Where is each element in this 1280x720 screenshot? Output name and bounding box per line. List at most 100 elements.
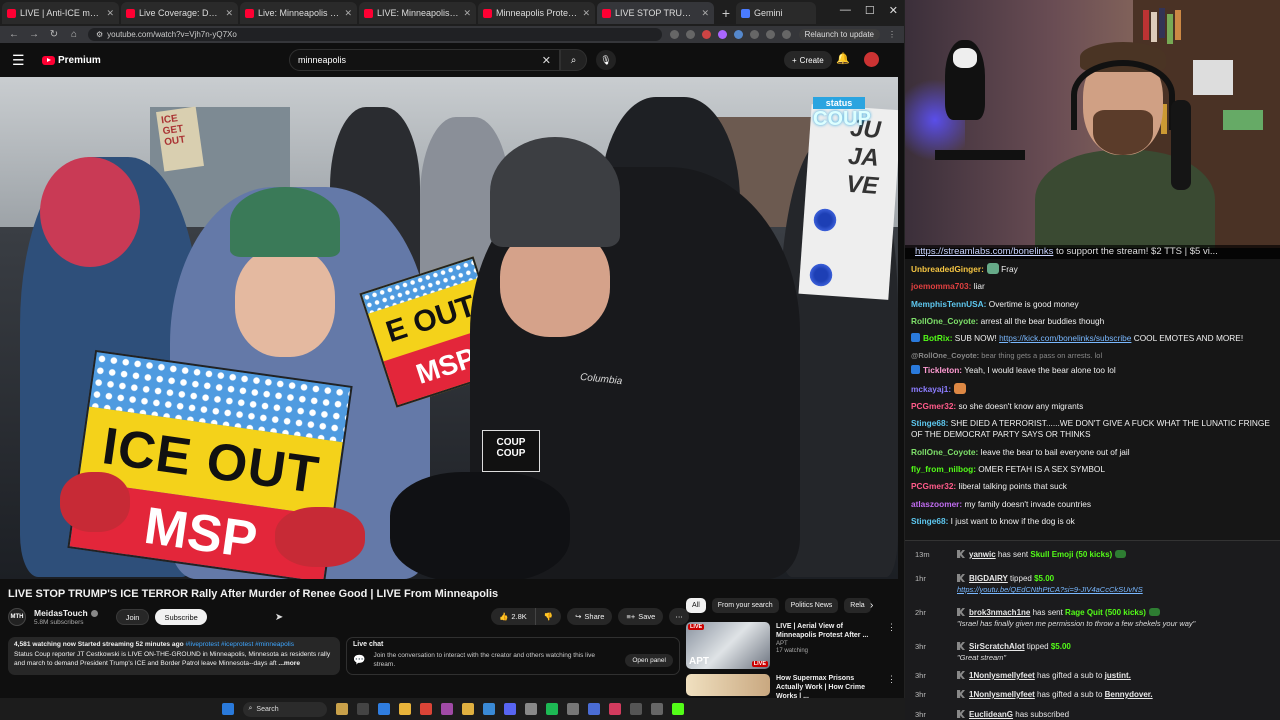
obs-icon[interactable] bbox=[440, 703, 453, 715]
avatar[interactable] bbox=[864, 52, 879, 67]
file-explorer-icon[interactable] bbox=[461, 703, 474, 715]
browser-tab[interactable]: Live: Minneapolis ICE shooting... ✕ bbox=[240, 2, 357, 24]
bookmark-star-icon[interactable] bbox=[685, 30, 695, 39]
more-link[interactable]: ...more bbox=[278, 660, 300, 667]
close-icon[interactable]: ✕ bbox=[106, 8, 114, 19]
event-link-message[interactable]: https://youtu.be/QEdCNthPtCA?si=9-JIV4aC… bbox=[957, 585, 1280, 594]
youtube-logo[interactable]: Premium bbox=[42, 55, 101, 66]
browser-tab[interactable]: LIVE: Minneapolis shooting ICE... ✕ bbox=[359, 2, 476, 24]
discord-icon[interactable] bbox=[503, 703, 516, 715]
event-user[interactable]: 1Nonlysmellyfeet bbox=[969, 671, 1035, 680]
app-icon[interactable] bbox=[566, 703, 579, 715]
chat-link[interactable]: https://kick.com/bonelinks/subscribe bbox=[999, 333, 1131, 343]
description-tags[interactable]: #liveprotest #iceprotest #minneapolis bbox=[186, 641, 295, 648]
app-icon[interactable] bbox=[629, 703, 642, 715]
like-button[interactable]: 👍 2.8K bbox=[491, 608, 536, 625]
reload-icon[interactable]: ↻ bbox=[48, 29, 60, 40]
search-input[interactable]: minneapolis ✕ bbox=[289, 49, 560, 71]
chat-username[interactable]: joemomma703: bbox=[911, 281, 971, 291]
notifications-bell-icon[interactable]: 🔔 bbox=[836, 52, 850, 65]
home-icon[interactable]: ⌂ bbox=[68, 29, 80, 40]
event-user[interactable]: yanwic bbox=[969, 550, 996, 559]
browser-tab[interactable]: LIVE | Anti-ICE march set to take...✕ bbox=[2, 2, 119, 24]
app-icon[interactable] bbox=[650, 703, 663, 715]
event-user[interactable]: 1Nonlysmellyfeet bbox=[969, 690, 1035, 699]
extension-icon[interactable] bbox=[749, 30, 759, 39]
video-thumbnail[interactable]: LIVE APT LIVE bbox=[686, 622, 770, 669]
recommendation-item[interactable]: How Supermax Prisons Actually Work | How… bbox=[686, 674, 896, 700]
open-panel-button[interactable]: Open panel bbox=[625, 653, 673, 667]
recommendation-title[interactable]: LIVE | Aerial View of Minneapolis Protes… bbox=[776, 622, 881, 640]
forward-icon[interactable]: → bbox=[28, 29, 40, 40]
chip-politics-news[interactable]: Politics News bbox=[784, 598, 839, 613]
close-icon[interactable]: ✕ bbox=[582, 8, 590, 19]
close-window-icon[interactable]: ✕ bbox=[889, 4, 898, 17]
close-icon[interactable]: ✕ bbox=[225, 8, 233, 19]
taskbar-search[interactable]: ⌕ Search bbox=[242, 701, 327, 717]
channel-name[interactable]: MeidasTouch bbox=[34, 608, 88, 618]
app-icon[interactable] bbox=[608, 703, 621, 715]
event-target-user[interactable]: justint. bbox=[1105, 671, 1131, 680]
event-target-user[interactable]: Bennydover. bbox=[1105, 690, 1153, 699]
edge-icon[interactable] bbox=[377, 703, 390, 715]
chat-username[interactable]: Stinge68: bbox=[911, 516, 948, 526]
search-button[interactable]: ⌕ bbox=[560, 49, 587, 71]
extension-icon[interactable] bbox=[701, 30, 711, 39]
windows-start-icon[interactable] bbox=[221, 703, 234, 715]
dislike-button[interactable]: 👎 bbox=[535, 608, 562, 625]
create-button[interactable]: + Create bbox=[784, 51, 832, 69]
share-button[interactable]: ↪ Share bbox=[567, 608, 613, 625]
maximize-icon[interactable]: ☐ bbox=[865, 4, 875, 17]
spotify-icon[interactable] bbox=[545, 703, 558, 715]
video-player[interactable]: ICE GET OUT JU JA VE E OUT MSP Columbia … bbox=[0, 77, 898, 579]
chat-username[interactable]: mckayaj1: bbox=[911, 384, 951, 394]
chevron-right-icon[interactable]: › bbox=[870, 600, 873, 611]
extension-icon[interactable] bbox=[717, 30, 727, 39]
profile-icon[interactable] bbox=[781, 30, 791, 39]
close-icon[interactable]: ✕ bbox=[344, 8, 352, 19]
chat-username[interactable]: PCGmer32: bbox=[911, 481, 956, 491]
event-user[interactable]: BIGDAIRY bbox=[969, 574, 1008, 583]
downloads-icon[interactable] bbox=[765, 30, 775, 39]
recommendation-item[interactable]: LIVE APT LIVE LIVE | Aerial View of Minn… bbox=[686, 622, 896, 669]
relaunch-button[interactable]: Relaunch to update bbox=[798, 29, 880, 40]
close-icon[interactable]: ✕ bbox=[701, 8, 709, 19]
chat-username[interactable]: atlaszoomer: bbox=[911, 499, 962, 509]
chat-username[interactable]: UnbreadedGinger: bbox=[911, 264, 984, 274]
chat-username[interactable]: RollOne_Coyote: bbox=[911, 447, 978, 457]
chat-username[interactable]: Tickleton: bbox=[923, 365, 962, 375]
minimize-icon[interactable]: — bbox=[840, 4, 851, 17]
menu-kebab-icon[interactable]: ⋮ bbox=[888, 30, 896, 39]
chat-username[interactable]: MemphisTennUSA: bbox=[911, 299, 986, 309]
back-icon[interactable]: ← bbox=[8, 29, 20, 40]
subscribe-button[interactable]: Subscribe bbox=[155, 609, 207, 625]
chat-username[interactable]: @RollOne_Coyote: bbox=[911, 351, 979, 360]
app-icon[interactable] bbox=[419, 703, 432, 715]
close-icon[interactable]: ✕ bbox=[463, 8, 471, 19]
channel-name-row[interactable]: MeidasTouch bbox=[34, 608, 98, 618]
app-icon[interactable] bbox=[482, 703, 495, 715]
join-button[interactable]: Join bbox=[115, 609, 150, 625]
site-info-icon[interactable]: ⚙ bbox=[96, 30, 103, 39]
more-vert-icon[interactable]: ⋮ bbox=[887, 622, 896, 669]
chat-username[interactable]: fly_from_nilbog: bbox=[911, 464, 976, 474]
task-view-icon[interactable] bbox=[356, 703, 369, 715]
more-vert-icon[interactable]: ⋮ bbox=[887, 674, 896, 700]
streamlabs-link[interactable]: https://streamlabs.com/bonelinks bbox=[915, 246, 1053, 257]
app-icon[interactable] bbox=[524, 703, 537, 715]
voice-search-button[interactable]: 🎙 bbox=[596, 50, 616, 70]
chat-username[interactable]: RollOne_Coyote: bbox=[911, 316, 978, 326]
channel-avatar[interactable]: MTH bbox=[8, 608, 26, 626]
browser-tab[interactable]: Live Coverage: Demonstrators...✕ bbox=[121, 2, 238, 24]
event-user[interactable]: SirScratchAlot bbox=[969, 642, 1025, 651]
event-user[interactable]: EuclideanG bbox=[969, 710, 1013, 719]
save-button[interactable]: ≡+ Save bbox=[618, 608, 664, 625]
hamburger-menu-icon[interactable]: ☰ bbox=[12, 52, 32, 69]
taskbar-widget-icon[interactable] bbox=[335, 703, 348, 715]
event-user[interactable]: brok3nmach1ne bbox=[969, 608, 1030, 617]
url-field[interactable]: ⚙ youtube.com/watch?v=Vjh7n-yQ7Xo bbox=[88, 28, 662, 41]
description-box[interactable]: 4,581 watching now Started streaming 52 … bbox=[8, 637, 340, 675]
chat-username[interactable]: PCGmer32: bbox=[911, 401, 956, 411]
extension-icon[interactable] bbox=[669, 30, 679, 39]
chat-username[interactable]: Stinge68: bbox=[911, 418, 948, 428]
